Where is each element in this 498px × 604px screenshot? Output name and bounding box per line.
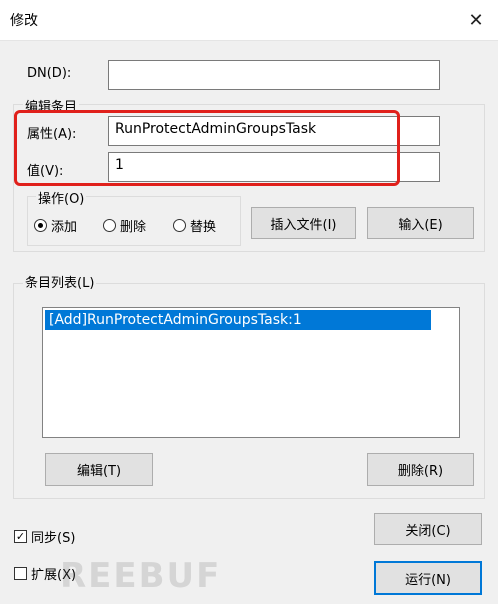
radio-replace-indicator[interactable] [173, 219, 186, 232]
run-button[interactable]: 运行(N) [374, 561, 482, 595]
extended-checkbox-box[interactable] [14, 567, 27, 580]
enter-button[interactable]: 输入(E) [367, 207, 474, 239]
delete-button[interactable]: 删除(R) [367, 453, 474, 486]
radio-delete-indicator[interactable] [103, 219, 116, 232]
sync-checkbox-label: 同步(S) [31, 531, 76, 546]
radio-replace-label: 替换 [190, 220, 217, 235]
dn-label: DN(D): [27, 66, 72, 81]
window-title: 修改 [10, 13, 38, 29]
close-button[interactable]: 关闭(C) [374, 513, 482, 545]
close-icon[interactable]: ✕ [454, 0, 498, 40]
sync-checkbox[interactable]: ✓ 同步(S) [14, 527, 75, 546]
radio-add-indicator[interactable] [34, 219, 47, 232]
radio-replace[interactable]: 替换 [173, 216, 216, 235]
list-item[interactable]: [Add]RunProtectAdminGroupsTask:1 [45, 310, 431, 330]
entry-listbox[interactable]: [Add]RunProtectAdminGroupsTask:1 [42, 307, 460, 438]
watermark-text: REEBUF [60, 556, 222, 596]
dn-field[interactable] [108, 60, 440, 90]
highlight-annotation [14, 110, 400, 186]
insert-file-button[interactable]: 插入文件(I) [251, 207, 356, 239]
radio-add-label: 添加 [51, 220, 78, 235]
sync-checkbox-box[interactable]: ✓ [14, 530, 27, 543]
edit-button[interactable]: 编辑(T) [45, 453, 153, 486]
operation-group-title: 操作(O) [36, 188, 87, 207]
radio-add[interactable]: 添加 [34, 216, 77, 235]
title-bar [0, 0, 498, 41]
radio-delete[interactable]: 删除 [103, 216, 146, 235]
entry-list-group-title: 条目列表(L) [23, 272, 97, 291]
radio-delete-label: 删除 [120, 220, 147, 235]
